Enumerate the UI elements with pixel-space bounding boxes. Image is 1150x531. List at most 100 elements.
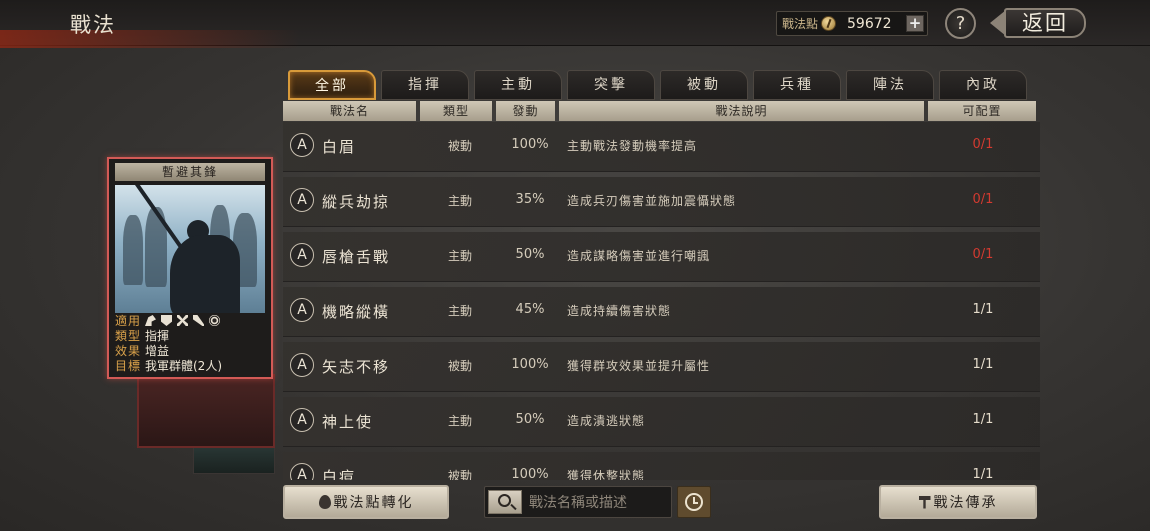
col-slots[interactable]: 可配置 bbox=[928, 101, 1036, 121]
table-row[interactable]: A 神上使 主動 50% 造成潰逃狀態 1/1 bbox=[283, 397, 1040, 447]
tab-troop-type[interactable]: 兵種 bbox=[753, 70, 841, 100]
stacked-card-back bbox=[137, 374, 275, 448]
tactic-description: 造成潰逃狀態 bbox=[567, 414, 646, 428]
effect-label: 效果 bbox=[115, 344, 142, 358]
points-label: 戰法點 bbox=[782, 17, 819, 31]
search-icon bbox=[498, 494, 511, 507]
top-bar: 戰法 戰法點 59672 + ? 返回 bbox=[0, 0, 1150, 48]
history-button[interactable] bbox=[677, 486, 711, 518]
tactic-type: 主動 bbox=[447, 414, 472, 428]
drop-icon bbox=[318, 495, 331, 509]
add-points-button[interactable]: + bbox=[906, 15, 924, 32]
tab-active[interactable]: 主動 bbox=[474, 70, 562, 100]
points-value: 59672 bbox=[847, 15, 892, 32]
target-value: 我軍群體(2人) bbox=[145, 359, 222, 373]
spear-icon bbox=[193, 315, 204, 326]
tactic-description: 造成謀略傷害並進行嘲諷 bbox=[567, 249, 711, 263]
col-name[interactable]: 戰法名 bbox=[283, 101, 416, 121]
grade-badge: A bbox=[290, 188, 314, 212]
tactic-description: 造成持續傷害狀態 bbox=[567, 304, 672, 318]
tactic-slots: 1/1 bbox=[972, 357, 994, 372]
hammer-icon bbox=[918, 495, 931, 509]
table-header: 戰法名 類型 發動 戰法說明 可配置 bbox=[283, 101, 1043, 121]
tactic-type: 被動 bbox=[447, 359, 472, 373]
target-label: 目標 bbox=[115, 359, 142, 373]
tactics-list[interactable]: A 白眉 被動 100% 主動戰法發動機率提高 0/1 A 縱兵劫掠 主動 35… bbox=[283, 122, 1040, 480]
tactic-description: 主動戰法發動機率提高 bbox=[567, 139, 698, 153]
tactic-name: 白眉 bbox=[322, 138, 357, 156]
tactic-name: 神上使 bbox=[322, 413, 374, 431]
search-input[interactable] bbox=[529, 493, 667, 513]
apply-icons bbox=[145, 314, 225, 329]
inherit-tactic-label: 戰法傳承 bbox=[933, 495, 998, 511]
tactic-name: 白痘 bbox=[322, 468, 357, 480]
table-row[interactable]: A 白眉 被動 100% 主動戰法發動機率提高 0/1 bbox=[283, 122, 1040, 172]
tactic-name: 唇槍舌戰 bbox=[322, 248, 391, 266]
tactic-rate: 100% bbox=[511, 467, 549, 480]
grade-badge: A bbox=[290, 298, 314, 322]
category-tabs: 全部 指揮 主動 突擊 被動 兵種 陣法 內政 bbox=[288, 70, 1033, 100]
col-type[interactable]: 類型 bbox=[420, 101, 492, 121]
tab-command[interactable]: 指揮 bbox=[381, 70, 469, 100]
tactic-rate: 50% bbox=[515, 247, 545, 262]
tactic-rate: 50% bbox=[515, 412, 545, 427]
stacked-card-back bbox=[193, 444, 275, 474]
grade-badge: A bbox=[290, 463, 314, 480]
tactic-type: 被動 bbox=[447, 469, 472, 480]
table-row[interactable]: A 機略縱橫 主動 45% 造成持續傷害狀態 1/1 bbox=[283, 287, 1040, 337]
convert-points-label: 戰法點轉化 bbox=[333, 495, 414, 511]
convert-points-button[interactable]: 戰法點轉化 bbox=[283, 485, 449, 519]
tactic-rate: 100% bbox=[511, 137, 549, 152]
type-label: 類型 bbox=[115, 329, 142, 343]
tactic-name: 矢志不移 bbox=[322, 358, 391, 376]
tactic-description: 造成兵刃傷害並施加震懾狀態 bbox=[567, 194, 737, 208]
tactic-slots: 1/1 bbox=[972, 302, 994, 317]
search-button[interactable] bbox=[488, 490, 522, 514]
tactic-rate: 100% bbox=[511, 357, 549, 372]
tactic-type: 主動 bbox=[447, 304, 472, 318]
table-row[interactable]: A 矢志不移 被動 100% 獲得群攻效果並提升屬性 1/1 bbox=[283, 342, 1040, 392]
grade-badge: A bbox=[290, 243, 314, 267]
hero-body bbox=[170, 235, 240, 313]
horse-icon bbox=[145, 315, 156, 326]
grade-badge: A bbox=[290, 408, 314, 432]
type-value: 指揮 bbox=[145, 329, 170, 343]
tab-passive[interactable]: 被動 bbox=[660, 70, 748, 100]
effect-value: 增益 bbox=[145, 344, 170, 358]
search-box bbox=[484, 486, 672, 518]
tab-formation[interactable]: 陣法 bbox=[846, 70, 934, 100]
card-info: 適用 類型 指揮 效果 增益 目標 我軍群體(2人) bbox=[115, 314, 271, 374]
tactic-points-box: 戰法點 59672 + bbox=[776, 11, 928, 36]
table-row[interactable]: A 白痘 被動 100% 獲得休整狀態 1/1 bbox=[283, 452, 1040, 480]
inherit-tactic-button[interactable]: 戰法傳承 bbox=[879, 485, 1037, 519]
back-button[interactable]: 返回 bbox=[990, 6, 1086, 40]
title-glow bbox=[0, 30, 300, 48]
grade-badge: A bbox=[290, 133, 314, 157]
tactic-slots: 0/1 bbox=[972, 137, 994, 152]
page-title: 戰法 bbox=[70, 13, 116, 37]
tactic-name: 縱兵劫掠 bbox=[322, 193, 391, 211]
col-rate[interactable]: 發動 bbox=[496, 101, 555, 121]
tactic-type: 主動 bbox=[447, 194, 472, 208]
tactic-slots: 0/1 bbox=[972, 192, 994, 207]
tactic-slots: 0/1 bbox=[972, 247, 994, 262]
tab-assault[interactable]: 突擊 bbox=[567, 70, 655, 100]
table-row[interactable]: A 縱兵劫掠 主動 35% 造成兵刃傷害並施加震懾狀態 0/1 bbox=[283, 177, 1040, 227]
shield-icon bbox=[161, 315, 172, 326]
tab-all[interactable]: 全部 bbox=[288, 70, 376, 100]
wheel-icon bbox=[209, 315, 220, 326]
card-title: 暫避其鋒 bbox=[115, 163, 265, 181]
clock-icon bbox=[685, 493, 703, 511]
table-row[interactable]: A 唇槍舌戰 主動 50% 造成謀略傷害並進行嘲諷 0/1 bbox=[283, 232, 1040, 282]
tactic-type: 被動 bbox=[447, 139, 472, 153]
selected-tactic-card[interactable]: 暫避其鋒 適用 類型 指揮 效果 增益 目標 我軍群體(2人) bbox=[107, 157, 273, 379]
tactic-rate: 45% bbox=[515, 302, 545, 317]
tab-internal-affairs[interactable]: 內政 bbox=[939, 70, 1027, 100]
apply-label: 適用 bbox=[115, 314, 142, 328]
back-label: 返回 bbox=[1004, 8, 1086, 38]
tactic-description: 獲得休整狀態 bbox=[567, 469, 646, 480]
help-button[interactable]: ? bbox=[945, 8, 976, 39]
tactic-name: 機略縱橫 bbox=[322, 303, 391, 321]
tactic-slots: 1/1 bbox=[972, 467, 994, 480]
card-artwork bbox=[115, 185, 265, 313]
